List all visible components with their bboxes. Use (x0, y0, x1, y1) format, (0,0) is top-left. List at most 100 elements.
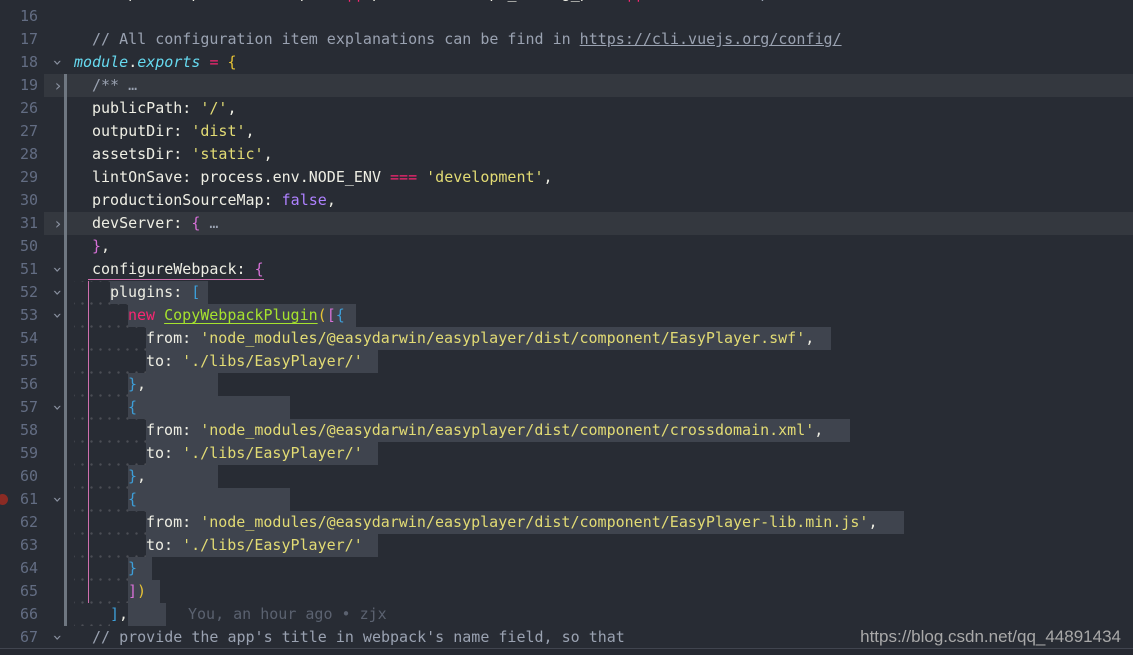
code-line-29[interactable]: 29 lintOnSave: process.env.NODE_ENV === '… (0, 166, 1133, 189)
token-fg: to: (146, 536, 183, 554)
token-fg: , (137, 467, 147, 485)
code-line-31[interactable]: 31 › devServer: { … (0, 212, 1133, 235)
code-line-54[interactable]: 54 from: 'node_modules/@easydarwin/easypl… (0, 327, 1133, 350)
code-line-17[interactable]: 17 // All configuration item explanations… (0, 28, 1133, 51)
line-number[interactable]: 60 (0, 465, 38, 488)
line-number[interactable]: 66 (0, 603, 38, 626)
line-number[interactable]: 59 (0, 442, 38, 465)
line-number[interactable]: 53 (0, 304, 38, 327)
code-line-27[interactable]: 27 outputDir: 'dist', (0, 120, 1133, 143)
code-line-28[interactable]: 28 assetsDir: 'static', (0, 143, 1133, 166)
code-line-58[interactable]: 58 from: 'node_modules/@easydarwin/easypl… (0, 419, 1133, 442)
token-b1: ( (317, 306, 327, 324)
code-line-16[interactable]: 16 (0, 5, 1133, 28)
code-line-53[interactable]: 53 › new CopyWebpackPlugin([{ (0, 304, 1133, 327)
token-fg: from: (146, 513, 201, 531)
code-line-64[interactable]: 64} (0, 557, 1133, 580)
token-fg: from: (146, 329, 201, 347)
code-line-50[interactable]: 50}, (0, 235, 1133, 258)
token-b3: } (128, 559, 138, 577)
code-line-59[interactable]: 59 to: './libs/EasyPlayer/' (0, 442, 1133, 465)
line-number[interactable]: 31 (0, 212, 38, 235)
code-text: ], (110, 603, 128, 626)
code-line-66[interactable]: 66], You, an hour ago • zjx (0, 603, 1133, 626)
line-number[interactable]: 55 (0, 350, 38, 373)
code-line-60[interactable]: 60}, (0, 465, 1133, 488)
code-line-19[interactable]: 19 ›/** … (0, 74, 1133, 97)
line-number[interactable]: 58 (0, 419, 38, 442)
code-line-55[interactable]: 55 to: './libs/EasyPlayer/' (0, 350, 1133, 373)
code-line-61[interactable]: 61 ›{ (0, 488, 1133, 511)
token-b3: } (128, 375, 138, 393)
line-number[interactable]: 27 (0, 120, 38, 143)
code-line-57[interactable]: 57 ›{ (0, 396, 1133, 419)
token-lnk: https://cli.vuejs.org/config/ (579, 30, 842, 48)
whitespace-dots (74, 419, 146, 442)
token-b3: { (335, 306, 345, 324)
code-text: { (128, 396, 137, 419)
token-com: // provide the app's title in webpack's … (92, 628, 625, 646)
code-text: }, (128, 465, 146, 488)
line-number[interactable]: 62 (0, 511, 38, 534)
line-number[interactable]: 29 (0, 166, 38, 189)
token-b3: ] (110, 605, 120, 623)
line-number[interactable]: 30 (0, 189, 38, 212)
token-fg (688, 0, 697, 2)
token-fg (219, 53, 228, 71)
line-number[interactable]: 56 (0, 373, 38, 396)
token-b3: [ (191, 283, 201, 301)
fold-chevron-down-icon[interactable]: › (47, 630, 70, 646)
line-number[interactable]: 51 (0, 258, 38, 281)
line-number[interactable]: 57 (0, 396, 38, 419)
token-str: 'node_modules/@easydarwin/easyplayer/dis… (200, 329, 806, 347)
line-number[interactable]: 67 (0, 626, 38, 649)
token-cyn: module (74, 53, 129, 71)
line-number[interactable]: 16 (0, 5, 38, 28)
code-text: assetsDir: 'static', (92, 143, 273, 166)
line-number[interactable]: 50 (0, 235, 38, 258)
whitespace-dots (74, 534, 146, 557)
line-number[interactable]: 61 (0, 488, 38, 511)
code-text: { (128, 488, 137, 511)
line-number[interactable]: 17 (0, 28, 38, 51)
token-fg (155, 306, 164, 324)
code-line-52[interactable]: 52 › plugins: [ (0, 281, 1133, 304)
token-fg (417, 168, 426, 186)
whitespace-dots (74, 396, 128, 419)
line-number[interactable]: 19 (0, 74, 38, 97)
token-kw: || (625, 0, 643, 2)
line-number[interactable]: 64 (0, 557, 38, 580)
code-text: plugins: [ (110, 281, 200, 304)
code-line-62[interactable]: 62 from: 'node_modules/@easydarwin/easypl… (0, 511, 1133, 534)
fold-chevron-down-icon[interactable]: › (47, 55, 70, 71)
token-fg: , (227, 99, 237, 117)
token-grn: CopyWebpackPlugin (164, 306, 318, 324)
line-number[interactable]: 65 (0, 580, 38, 603)
line-number[interactable]: 26 (0, 97, 38, 120)
token-b1: ) (137, 582, 147, 600)
token-pur: 8080 (652, 0, 688, 2)
code-line-26[interactable]: 26 publicPath: '/', (0, 97, 1133, 120)
line-number[interactable]: 28 (0, 143, 38, 166)
code-line-56[interactable]: 56}, (0, 373, 1133, 396)
code-line-63[interactable]: 63 to: './libs/EasyPlayer/' (0, 534, 1133, 557)
code-line-51[interactable]: 51 › configureWebpack: { (0, 258, 1133, 281)
token-b2: { (254, 260, 264, 278)
line-number[interactable]: 18 (0, 51, 38, 74)
token-str: 'node_modules/@easydarwin/easyplayer/dis… (200, 513, 869, 531)
code-line-30[interactable]: 30 productionSourceMap: false, (0, 189, 1133, 212)
token-b1: { (227, 53, 237, 71)
line-number[interactable]: 63 (0, 534, 38, 557)
code-text: module.exports = { (74, 51, 237, 74)
token-str: 'static' (191, 145, 264, 163)
whitespace-dots (74, 373, 128, 396)
whitespace-dots (74, 488, 128, 511)
code-text: /** … (92, 74, 137, 97)
watermark-url: https://blog.csdn.net/qq_44891434 (860, 627, 1121, 646)
line-number[interactable]: 52 (0, 281, 38, 304)
token-fg: from: (146, 421, 201, 439)
line-number[interactable]: 54 (0, 327, 38, 350)
code-text: lintOnSave: process.env.NODE_ENV === 'de… (92, 166, 553, 189)
code-line-65[interactable]: 65]) (0, 580, 1133, 603)
code-line-18[interactable]: 18 › module.exports = { (0, 51, 1133, 74)
